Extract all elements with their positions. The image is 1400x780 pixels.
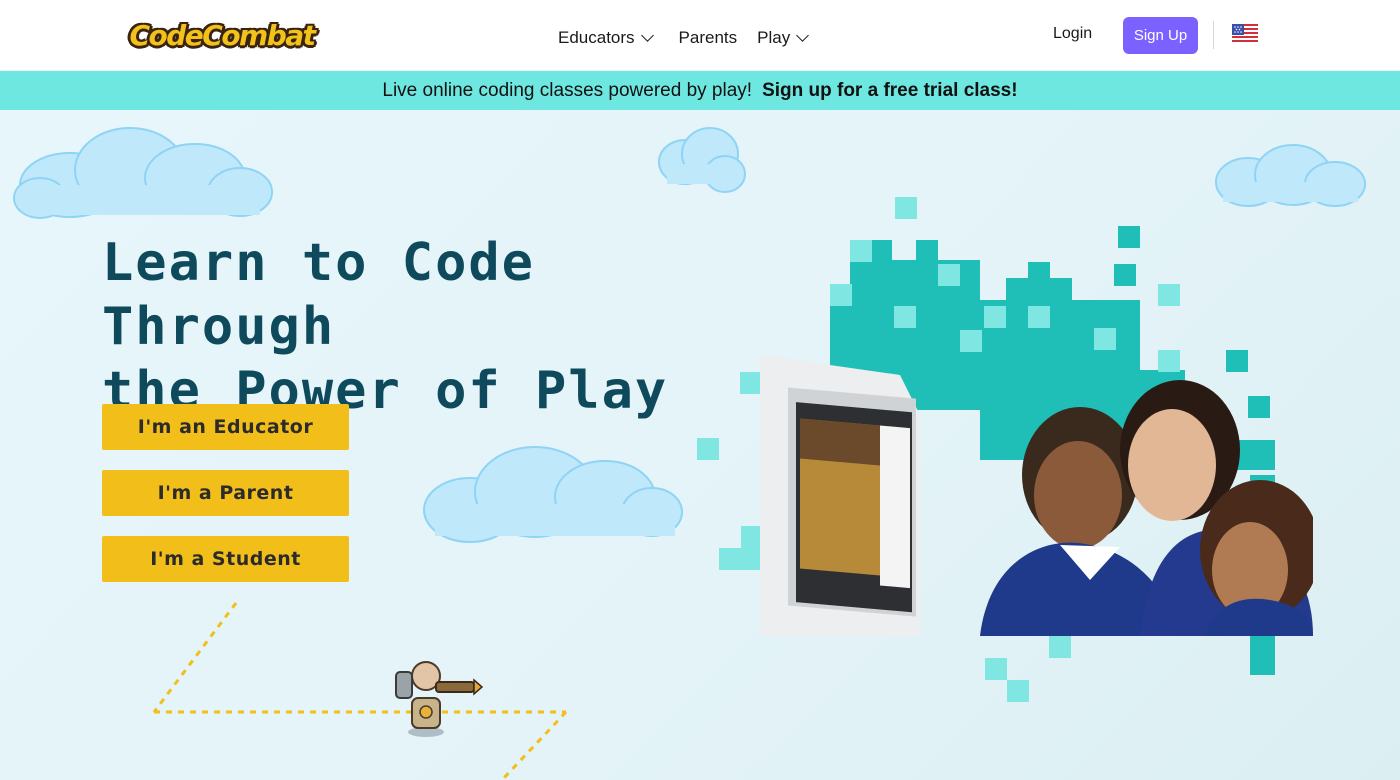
classroom-photo-illustration <box>760 355 1313 636</box>
nav-play[interactable]: Play <box>757 26 810 50</box>
chevron-down-icon <box>640 28 654 42</box>
cloud-decoration <box>658 127 746 193</box>
hero-section: Learn to Code Through the Power of Play … <box>0 110 1400 780</box>
promo-banner: Live online coding classes powered by pl… <box>0 71 1400 110</box>
nav-play-label: Play <box>757 28 791 47</box>
headline-line-1: Learn to Code Through <box>102 233 535 357</box>
logo-wordmark: CodeCombat <box>129 18 316 52</box>
student-button[interactable]: I'm a Student <box>102 536 349 582</box>
codecombat-logo[interactable]: CodeCombat <box>129 14 316 56</box>
promo-text: Live online coding classes powered by pl… <box>382 79 753 101</box>
main-nav: Educators Parents Play <box>558 26 810 50</box>
free-trial-link[interactable]: Sign up for a free trial class! <box>762 80 1018 102</box>
dashed-path-decoration <box>152 602 568 780</box>
cloud-decoration <box>423 446 683 543</box>
hero-headline: Learn to Code Through the Power of Play <box>102 231 782 423</box>
nav-parents-label: Parents <box>678 28 738 47</box>
login-link[interactable]: Login <box>1053 25 1092 43</box>
us-flag-icon[interactable] <box>1232 24 1258 44</box>
nav-divider <box>1213 21 1214 49</box>
nav-educators[interactable]: Educators <box>558 26 654 50</box>
nav-parents[interactable]: Parents <box>679 26 738 50</box>
parent-button[interactable]: I'm a Parent <box>102 470 349 516</box>
educator-button[interactable]: I'm an Educator <box>102 404 349 450</box>
hero-character-icon <box>395 661 484 737</box>
hero-photo <box>760 355 1313 636</box>
chevron-down-icon <box>796 28 810 42</box>
top-nav: CodeCombat Educators Parents Play Login … <box>0 0 1400 71</box>
nav-educators-label: Educators <box>558 28 635 47</box>
sign-up-button[interactable]: Sign Up <box>1123 17 1198 54</box>
cloud-decoration <box>13 127 273 219</box>
